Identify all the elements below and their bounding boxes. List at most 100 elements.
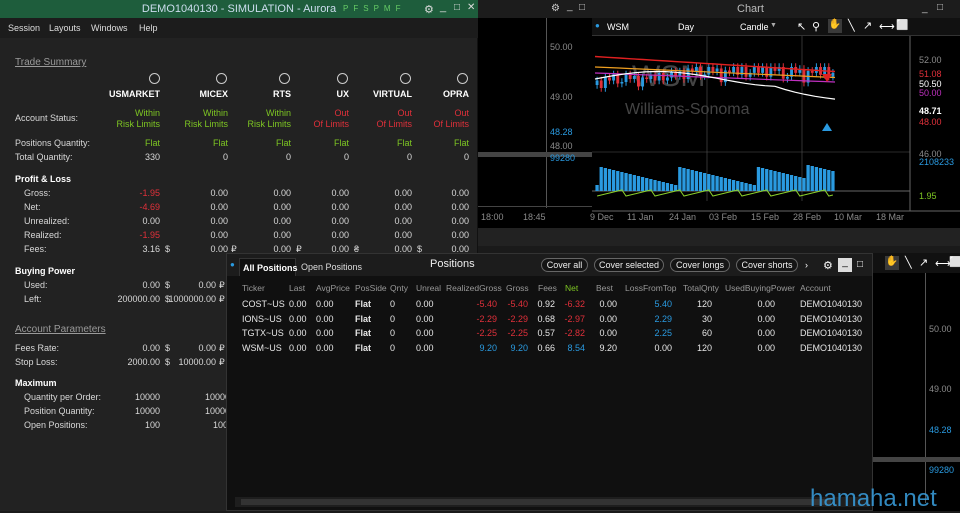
gear-icon[interactable]: ⚙	[424, 3, 434, 16]
time-label: 18:45	[523, 212, 546, 222]
date-tick: 18 Mar	[876, 212, 905, 222]
volume-bar	[806, 165, 810, 191]
table-cell: -5.40	[476, 299, 497, 309]
sell-arrow-icon	[822, 74, 832, 82]
cursor-icon[interactable]: ↖	[797, 20, 806, 33]
positions-table: Ticker Last AvgPrice PosSide Qnty Unreal…	[227, 278, 872, 488]
gear-icon[interactable]: ⚙	[823, 259, 833, 272]
table-cell: DEMO1040130	[800, 313, 863, 324]
symbol-selector[interactable]: WSM	[607, 22, 629, 32]
window-title-text: DEMO1040130 - SIMULATION - Aurora	[141, 3, 337, 15]
arrow-tool-icon[interactable]: ↗	[863, 19, 872, 32]
chart-scroll[interactable]	[592, 228, 960, 246]
volume-bar	[616, 171, 620, 191]
candle-body	[628, 74, 632, 79]
section-trade-summary[interactable]: Trade Summary	[15, 57, 86, 68]
col-header: Last	[289, 283, 306, 293]
realized-value: 0.00	[331, 230, 349, 240]
style-selector[interactable]: Candle	[740, 22, 769, 32]
candle-body	[624, 74, 628, 82]
unrealized-value: 0.00	[210, 216, 228, 226]
pl-heading: Profit & Loss	[15, 174, 72, 184]
candle-body	[711, 67, 715, 72]
menu-help[interactable]: Help	[139, 23, 158, 33]
volume-bar	[595, 185, 599, 191]
tab-open-positions[interactable]: Open Positions	[301, 262, 362, 272]
line-tool-icon[interactable]: ╲	[905, 256, 912, 269]
table-cell: 9.20	[510, 342, 528, 353]
cover-selected-button[interactable]: Cover selected	[594, 258, 664, 272]
candle-body	[632, 76, 636, 79]
table-cell: 0	[390, 299, 396, 309]
menu-layouts[interactable]: Layouts	[49, 23, 81, 33]
candle-body	[603, 77, 607, 88]
volume-bar	[698, 172, 703, 191]
volume-bar	[748, 184, 752, 191]
candle-body	[620, 82, 624, 84]
gear-icon[interactable]: ⚙	[551, 3, 560, 14]
positions-qty-label: Positions Quantity:	[15, 138, 91, 148]
chevron-down-icon[interactable]: ▼	[770, 22, 777, 29]
volume-bar	[798, 177, 802, 191]
title-letters: PFSPMF	[343, 4, 406, 13]
col-header: AvgPrice	[316, 283, 350, 293]
hand-icon[interactable]: ✋	[885, 256, 899, 270]
link-icon[interactable]: ●	[595, 21, 600, 30]
horizontal-scrollbar[interactable]	[235, 497, 869, 507]
chevron-right-icon[interactable]: ›	[805, 260, 808, 270]
table-cell: 0.00	[757, 328, 775, 338]
volume-bar	[603, 168, 607, 191]
minimize-icon[interactable]: _	[922, 3, 928, 14]
link-icon[interactable]: ●	[230, 260, 235, 269]
date-axis: 9 Dec 11 Jan 24 Jan 03 Feb 15 Feb 28 Feb…	[590, 212, 960, 226]
cover-all-button[interactable]: Cover all	[541, 258, 588, 272]
cover-longs-button[interactable]: Cover longs	[670, 258, 730, 272]
volume-bar	[690, 170, 694, 191]
volume-bar	[620, 172, 624, 191]
table-cell: 0.00	[416, 342, 434, 353]
volume-bar	[711, 175, 715, 191]
maximize-icon[interactable]: □	[857, 259, 863, 270]
rect-tool-icon[interactable]: ⬜	[949, 257, 960, 268]
net-value: -4.69	[139, 202, 160, 212]
table-row[interactable]: IONS~US 0.00 0.00 Flat 0 0.00 -2.29 -2.29 0.68 -2…	[227, 312, 872, 326]
table-cell: 60	[701, 328, 712, 338]
section-account-parameters[interactable]: Account Parameters	[15, 324, 106, 335]
mini-chart-left: ⚙ _ □ 50.00 49.00 48.28 48.00 99280 18:0…	[478, 0, 592, 246]
total-qty: 0	[285, 152, 291, 162]
period-selector[interactable]: Day	[678, 22, 694, 32]
menu-session[interactable]: Session	[8, 23, 40, 33]
table-row[interactable]: TGTX~US 0.00 0.00 Flat 0 0.00 -2.25 -2.25 0.57 -2…	[227, 326, 872, 340]
volume-bar	[789, 175, 794, 191]
maximize-icon[interactable]: □	[454, 2, 460, 13]
realized-value: 0.00	[273, 230, 291, 240]
table-cell: COST~US	[242, 299, 285, 309]
table-row[interactable]: WSM~US 0.00 0.00 Flat 0 0.00 9.20 9.20 0.66 8.54 9…	[227, 341, 872, 355]
minimize-icon[interactable]: _	[567, 1, 573, 12]
zoom-icon[interactable]: ⚲	[812, 20, 820, 33]
maximize-icon[interactable]: □	[579, 2, 585, 13]
cover-shorts-button[interactable]: Cover shorts	[736, 258, 798, 272]
hline-tool-icon[interactable]: ⟷	[879, 20, 895, 33]
maximize-icon[interactable]: □	[937, 2, 943, 13]
clock-icon	[279, 73, 290, 84]
positions-qty: Flat	[144, 138, 160, 148]
tab-all-positions[interactable]: All Positions	[239, 258, 298, 276]
volume-bar	[694, 171, 699, 191]
table-cell: IONS~US	[242, 313, 282, 324]
line-tool-icon[interactable]: ╲	[848, 19, 855, 32]
minimize-icon[interactable]: _	[838, 258, 852, 272]
table-cell: 0.00	[757, 299, 775, 309]
menu-windows[interactable]: Windows	[91, 23, 128, 33]
hand-icon[interactable]: ✋	[828, 19, 842, 33]
col-header: UsedBuyingPower	[725, 283, 795, 293]
candle-body	[608, 77, 611, 81]
close-icon[interactable]: ✕	[467, 2, 475, 13]
arrow-tool-icon[interactable]: ↗	[919, 256, 928, 269]
volume-bar	[703, 173, 707, 191]
minimize-icon[interactable]: _	[440, 1, 446, 13]
table-row[interactable]: COST~US 0.00 0.00 Flat 0 0.00 -5.40 -5.40 0.92 -6…	[227, 297, 872, 311]
table-cell: 0	[390, 328, 396, 338]
rect-tool-icon[interactable]: ⬜	[896, 20, 908, 31]
price-label: 48.28	[929, 425, 952, 435]
